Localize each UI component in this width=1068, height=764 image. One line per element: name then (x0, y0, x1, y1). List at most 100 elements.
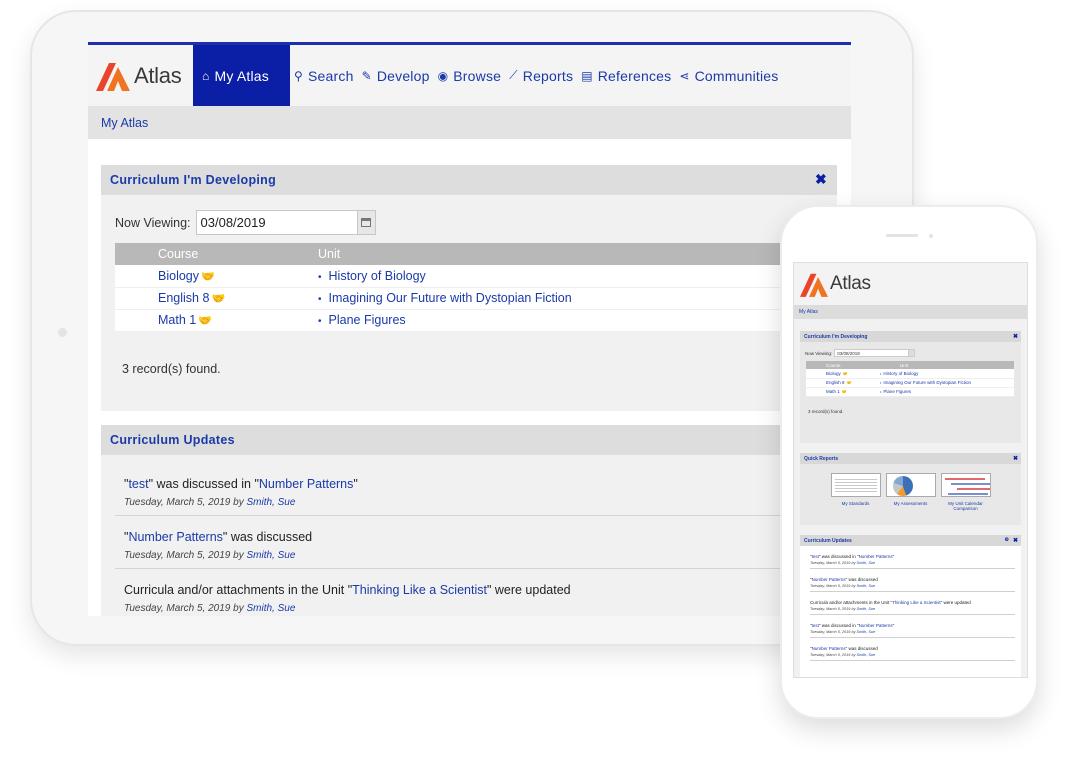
phone-unit-cell: • Plane Figures (880, 387, 1014, 397)
quick-report-my-standards[interactable]: My Standards (831, 501, 881, 511)
phone-course-cell: English 8 🤝 (806, 378, 880, 388)
phone-unit-cell: • History of Biology (880, 369, 1014, 379)
quick-report-calendar-comparison[interactable]: My Unit Calendar Comparison (941, 501, 991, 511)
nav-search[interactable]: ⚲ Search (290, 45, 358, 106)
phone-calendar-icon[interactable] (909, 349, 916, 357)
standards-report-thumbnail[interactable] (830, 473, 881, 497)
nav-develop[interactable]: ✎ Develop (358, 45, 434, 106)
update-text: " were updated (486, 583, 571, 597)
phone-breadcrumb-my-atlas[interactable]: My Atlas (799, 309, 818, 315)
phone-breadcrumb: My Atlas (794, 305, 1027, 319)
unit-link[interactable]: History of Biology (329, 269, 426, 283)
unit-link[interactable]: Imagining Our Future with Dystopian Fict… (329, 291, 572, 305)
phone-updates-close-icon[interactable]: ✖ (1013, 537, 1018, 544)
updates-panel-header: Curriculum Updates (101, 425, 837, 455)
update-by: by (233, 603, 244, 614)
table-row: Biology 🤝 • History of Biology (115, 265, 837, 288)
course-cell: Biology 🤝 (115, 265, 316, 288)
unit-link[interactable]: Plane Figures (329, 313, 406, 327)
update-text: " (892, 623, 895, 628)
phone-records-count: 3 record(s) found. (808, 408, 844, 414)
phone-collaboration-icon: 🤝 (846, 380, 852, 385)
home-icon: ⌂ (202, 68, 210, 83)
update-author-link[interactable]: Smith, Sue (857, 607, 876, 611)
update-date: Tuesday, March 5, 2019 (810, 607, 851, 611)
close-icon[interactable]: ✖ (815, 171, 827, 188)
calendar-report-thumbnail[interactable] (940, 473, 991, 497)
update-link[interactable]: Thinking Like a Scientist (352, 583, 487, 597)
phone-updates-header: Curriculum Updates ⚙ ✖ (800, 535, 1021, 546)
update-link[interactable]: Number Patterns (128, 530, 222, 544)
quick-report-my-assessments[interactable]: My Assessments (886, 501, 936, 511)
nav-my-atlas[interactable]: ⌂ My Atlas (193, 45, 290, 106)
phone-date-input[interactable]: 03/08/2019 (834, 349, 910, 357)
update-link[interactable]: test (128, 477, 148, 491)
updates-panel: Curriculum Updates "test" was discussed … (101, 425, 837, 616)
phone-course-link[interactable]: English 8 (826, 380, 845, 385)
bullet-icon: • (318, 271, 322, 283)
phone-close-icon[interactable]: ✖ (1013, 333, 1018, 340)
update-author-link[interactable]: Smith, Sue (246, 497, 295, 508)
update-text: Curricula and/or attachments in the Unit… (810, 600, 893, 605)
course-link[interactable]: English 8 (158, 291, 209, 305)
update-link[interactable]: Number Patterns (859, 554, 893, 559)
update-link[interactable]: Thinking Like a Scientist (892, 600, 941, 605)
phone-now-viewing-row: Now Viewing: 03/08/2019 (800, 342, 1021, 357)
phone-atlas-logo-icon[interactable] (800, 272, 828, 297)
phone-unit-link[interactable]: History of Biology (883, 371, 918, 376)
phone-column-header-unit: Unit (880, 361, 1014, 369)
course-link[interactable]: Math 1 (158, 313, 196, 327)
phone-unit-link[interactable]: Imagining Our Future with Dystopian Fict… (883, 380, 971, 385)
update-link[interactable]: Number Patterns (812, 646, 846, 651)
update-link[interactable]: test (812, 623, 819, 628)
phone-quick-reports-close-icon[interactable]: ✖ (1013, 455, 1018, 462)
phone-speaker (886, 234, 918, 237)
tablet-screen: Atlas ⌂ My Atlas ⚲ Search ✎ Develop ◉ Browse ⟋ Re… (88, 42, 851, 616)
atlas-logo-text: Atlas (134, 62, 182, 88)
phone-updates-panel: Curriculum Updates ⚙ ✖ "test" was discus… (800, 535, 1021, 677)
phone-gear-icon[interactable]: ⚙ (1005, 537, 1009, 543)
update-author-link[interactable]: Smith, Sue (857, 653, 876, 657)
phone-table-row: English 8 🤝 • Imagining Our Future with Dys… (806, 378, 1014, 388)
updates-panel-title: Curriculum Updates (110, 433, 235, 447)
nav-reports[interactable]: ⟋ Reports (505, 45, 577, 106)
tablet-camera (58, 328, 67, 337)
update-author-link[interactable]: Smith, Sue (857, 584, 876, 588)
update-title: "Number Patterns" was discussed (810, 577, 1015, 582)
phone-bullet-icon: • (880, 389, 882, 394)
update-author-link[interactable]: Smith, Sue (246, 550, 295, 561)
nav-label: Reports (522, 67, 574, 84)
update-text: Curricula and/or attachments in the Unit… (124, 583, 353, 597)
now-viewing-row: Now Viewing: (101, 195, 837, 235)
breadcrumb-my-atlas[interactable]: My Atlas (101, 116, 148, 130)
phone-updates-title: Curriculum Updates (804, 538, 852, 544)
update-link[interactable]: Number Patterns (812, 577, 846, 582)
update-link[interactable]: test (812, 554, 819, 559)
update-author-link[interactable]: Smith, Sue (857, 561, 876, 565)
update-date: Tuesday, March 5, 2019 (810, 630, 851, 634)
update-meta: Tuesday, March 5, 2019 by Smith, Sue (124, 550, 828, 561)
calendar-icon[interactable] (357, 210, 376, 235)
date-input[interactable] (195, 210, 358, 235)
phone-course-link[interactable]: Math 1 (826, 389, 840, 394)
atlas-logo-icon (96, 62, 130, 91)
update-link[interactable]: Number Patterns (259, 477, 353, 491)
update-text: " was discussed in " (148, 477, 259, 491)
unit-cell: • Imagining Our Future with Dystopian Fic… (316, 287, 837, 310)
update-text: " (892, 554, 895, 559)
developing-panel-title: Curriculum I'm Developing (110, 173, 277, 187)
nav-label: References (597, 67, 672, 84)
update-by: by (851, 584, 856, 588)
update-author-link[interactable]: Smith, Sue (246, 603, 295, 614)
nav-references[interactable]: ▤ References (577, 45, 675, 106)
course-link[interactable]: Biology (158, 269, 199, 283)
update-link[interactable]: Number Patterns (859, 623, 893, 628)
atlas-logo[interactable]: Atlas (88, 45, 193, 106)
update-title: "Number Patterns" was discussed (810, 646, 1015, 651)
phone-course-link[interactable]: Biology (826, 371, 841, 376)
nav-browse[interactable]: ◉ Browse (434, 45, 506, 106)
assessments-report-thumbnail[interactable] (885, 473, 936, 497)
update-author-link[interactable]: Smith, Sue (857, 630, 876, 634)
nav-communities[interactable]: ⋖ Communities (675, 45, 782, 106)
phone-unit-link[interactable]: Plane Figures (883, 389, 911, 394)
